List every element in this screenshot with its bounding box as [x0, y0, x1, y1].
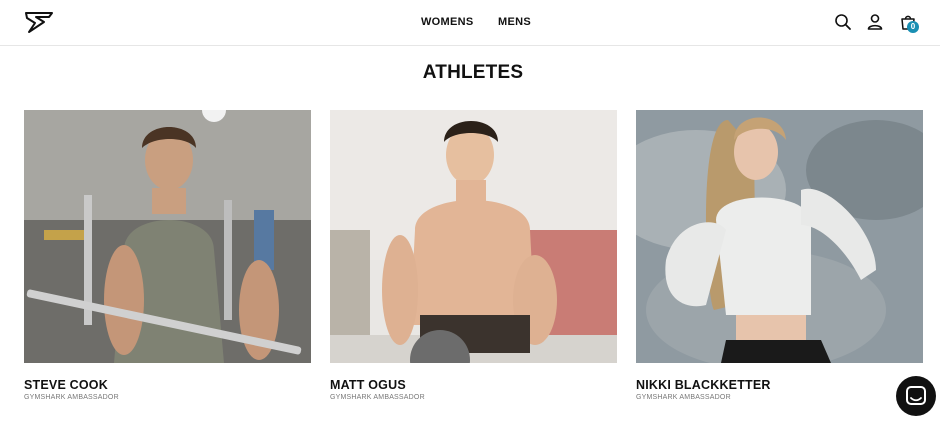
search-icon[interactable] [834, 13, 852, 31]
nav-mens[interactable]: MENS [498, 16, 531, 28]
athlete-card-nikki-blackketter[interactable]: NIKKI BLACKKETTER GYMSHARK AMBASSADOR [636, 110, 923, 401]
athlete-name[interactable]: STEVE COOK [24, 378, 108, 392]
athlete-photo[interactable] [330, 110, 617, 363]
main-nav: WOMENS MENS [0, 0, 940, 46]
chat-bubble-icon [906, 386, 926, 405]
page-title: ATHLETES [422, 62, 524, 83]
chat-launcher-button[interactable] [896, 376, 936, 416]
athlete-role: GYMSHARK AMBASSADOR [24, 394, 119, 401]
athlete-card-steve-cook[interactable]: STEVE COOK GYMSHARK AMBASSADOR [24, 110, 311, 401]
nav-womens[interactable]: WOMENS [421, 16, 474, 28]
athlete-photo[interactable] [636, 110, 923, 363]
site-header: WOMENS MENS 0 [0, 0, 940, 46]
athlete-name[interactable]: NIKKI BLACKKETTER [636, 378, 771, 392]
account-icon[interactable] [866, 13, 884, 31]
athlete-name[interactable]: MATT OGUS [330, 378, 406, 392]
athlete-card-matt-ogus[interactable]: MATT OGUS GYMSHARK AMBASSADOR [330, 110, 617, 401]
athlete-role: GYMSHARK AMBASSADOR [636, 394, 731, 401]
athlete-role: GYMSHARK AMBASSADOR [330, 394, 425, 401]
athlete-photo[interactable] [24, 110, 311, 363]
cart-count-badge: 0 [907, 21, 919, 33]
